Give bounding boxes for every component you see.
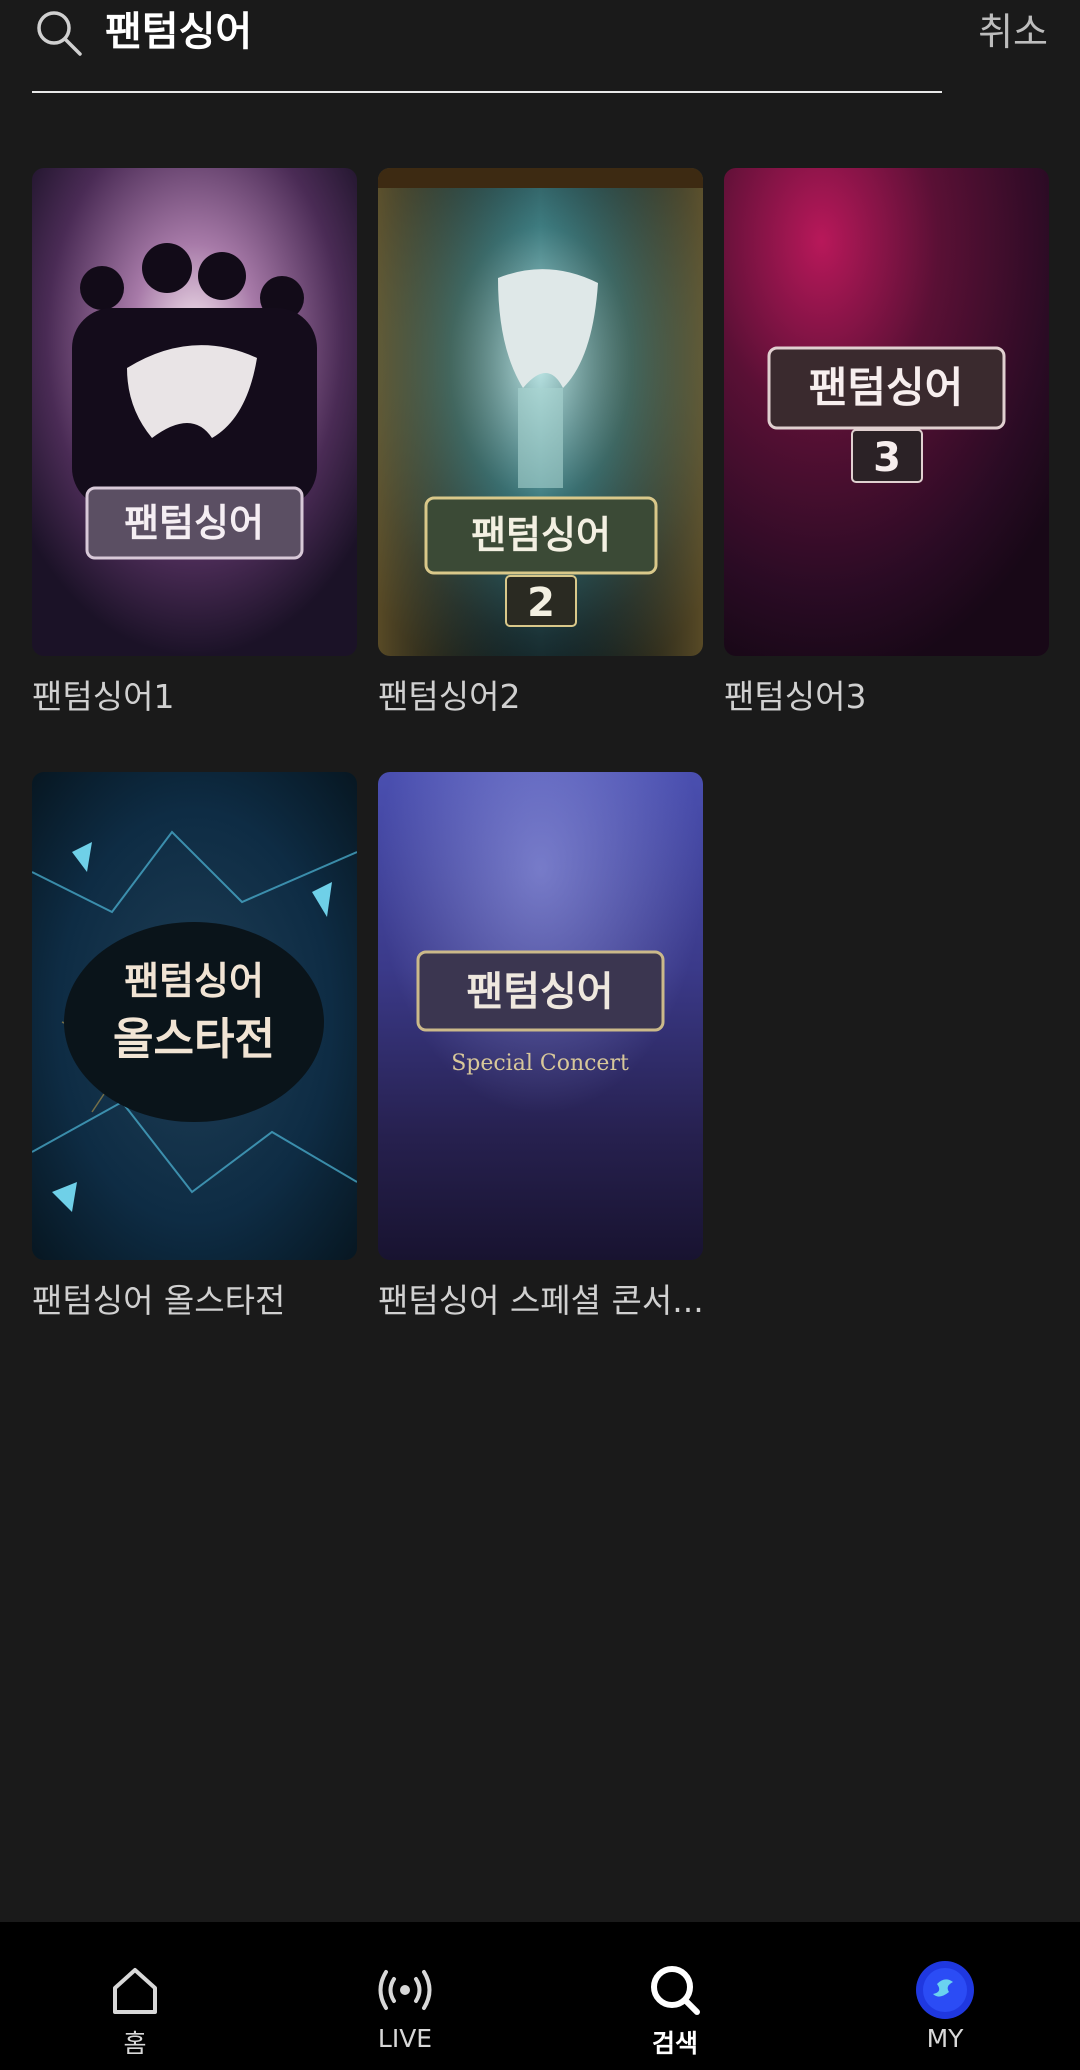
- search-icon: [37, 11, 82, 56]
- result-card[interactable]: 팬텀싱어 팬텀싱어1: [32, 168, 357, 718]
- nav-label: LIVE: [377, 2024, 433, 2053]
- nav-label: 검색: [651, 2029, 698, 2058]
- poster-title-text: 팬텀싱어: [124, 501, 264, 545]
- poster-subtitle-text: 3: [873, 435, 901, 481]
- search-input[interactable]: 팬텀싱어: [105, 6, 252, 58]
- card-title: 팬텀싱어 올스타전: [32, 1281, 286, 1320]
- result-card[interactable]: 팬텀싱어 2 팬텀싱어2: [378, 168, 703, 718]
- poster-title-text: 팬텀싱어: [809, 363, 964, 412]
- result-card[interactable]: 팬텀싱어 올스타전 팬텀싱어 올스타전: [32, 772, 357, 1322]
- result-card[interactable]: 팬텀싱어 Special Concert 팬텀싱어 스페셜 콘서...: [378, 772, 703, 1322]
- nav-item-home[interactable]: 홈: [0, 1922, 270, 2070]
- poster-image: 팬텀싱어 2: [378, 168, 703, 656]
- card-title: 팬텀싱어 스페셜 콘서...: [378, 1281, 703, 1320]
- card-title: 팬텀싱어3: [724, 677, 867, 716]
- poster-title-text: 팬텀싱어: [466, 969, 613, 1015]
- poster-title-text: 팬텀싱어: [124, 959, 264, 1003]
- poster-subtitle-text: 2: [527, 580, 555, 626]
- nav-item-search[interactable]: 검색: [540, 1922, 810, 2070]
- poster-subtitle-text: 올스타전: [113, 1014, 275, 1065]
- search-bar[interactable]: 팬텀싱어: [32, 0, 942, 93]
- poster-subtitle-text: Special Concert: [451, 1051, 629, 1076]
- cancel-button[interactable]: 취소: [978, 6, 1048, 58]
- result-card[interactable]: 팬텀싱어 3 팬텀싱어3: [724, 168, 1049, 718]
- nav-item-live[interactable]: LIVE: [270, 1922, 540, 2070]
- poster-image: 팬텀싱어 Special Concert: [378, 772, 703, 1260]
- avatar: [916, 1961, 974, 2019]
- nav-label: 홈: [123, 2029, 147, 2058]
- card-title: 팬텀싱어1: [32, 677, 175, 716]
- card-title: 팬텀싱어2: [378, 677, 521, 716]
- bottom-nav: 홈 LIVE 검색 MY: [0, 1922, 1080, 2070]
- search-icon: [651, 1966, 700, 2015]
- home-icon: [113, 1968, 157, 2014]
- poster-image: 팬텀싱어 3: [724, 168, 1049, 656]
- search-results-page: 팬텀싱어 취소 팬텀싱어 팬텀싱어1 팬텀싱어 2 팬텀싱어2 팬텀싱어 3 팬…: [0, 0, 1080, 2070]
- nav-item-my[interactable]: MY: [810, 1922, 1080, 2070]
- nav-label: MY: [926, 2024, 964, 2053]
- live-icon: [378, 1970, 432, 2010]
- poster-image: 팬텀싱어 올스타전: [32, 772, 357, 1260]
- poster-image: 팬텀싱어: [32, 168, 357, 656]
- poster-title-text: 팬텀싱어: [471, 513, 611, 557]
